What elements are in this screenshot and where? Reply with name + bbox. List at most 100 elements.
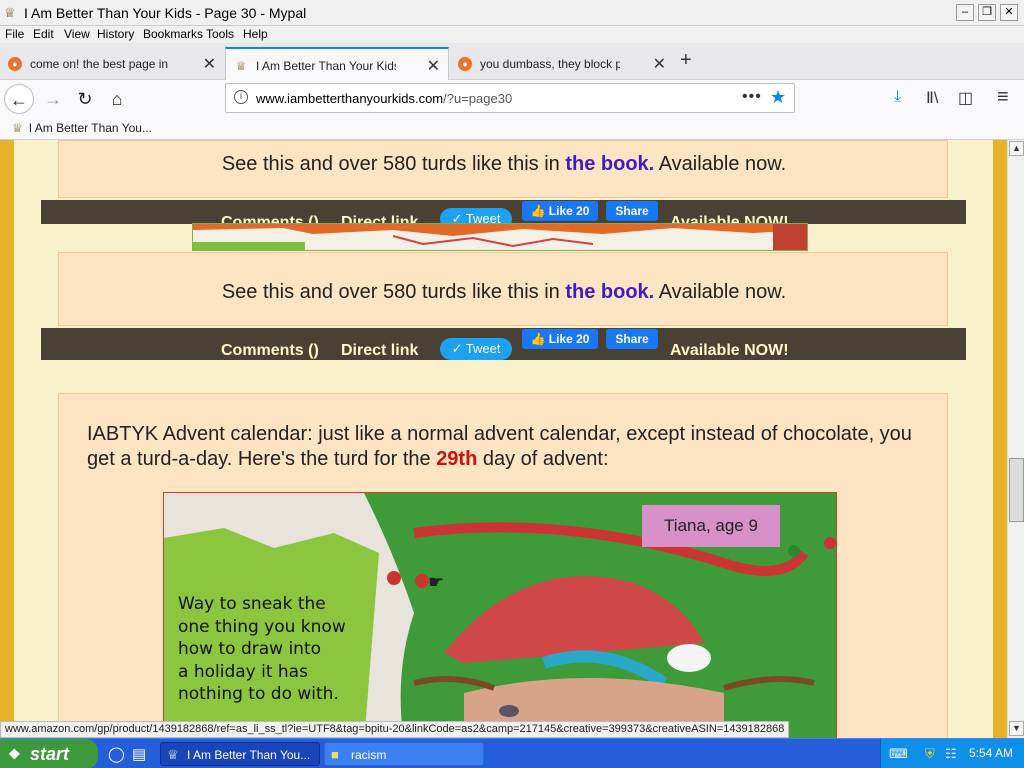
restore-button[interactable]: ❐ bbox=[978, 4, 996, 21]
new-tab-button[interactable]: + bbox=[680, 49, 692, 72]
handwriting-line: how to draw into bbox=[178, 639, 322, 659]
promo-prefix: See this and over 580 turds like this in bbox=[221, 281, 566, 303]
home-button[interactable]: ⌂ bbox=[102, 84, 132, 114]
clock: 5:54 AM bbox=[969, 746, 1014, 760]
vertical-scrollbar[interactable]: ▲ ▼ bbox=[1007, 140, 1024, 738]
bookmarks-bar: ♕ I Am Better Than You... bbox=[0, 117, 1024, 140]
post-box: See this and over 580 turds like this in… bbox=[58, 252, 948, 326]
promo-text: See this and over 580 turds like this in… bbox=[59, 153, 949, 176]
book-link[interactable]: the book. bbox=[565, 153, 654, 175]
close-button[interactable]: ✕ bbox=[1000, 4, 1018, 21]
menu-bar: File Edit View History Bookmarks Tools H… bbox=[0, 26, 1024, 43]
keyboard-icon[interactable]: ⌨ bbox=[889, 746, 908, 762]
hamburger-menu-icon[interactable]: ≡ bbox=[997, 86, 1009, 109]
direct-link[interactable]: Direct link bbox=[341, 342, 418, 360]
taskbar-item-label: I Am Better Than You... bbox=[187, 748, 311, 762]
taskbar-item-label: racism bbox=[351, 748, 387, 762]
bookmark-label: I Am Better Than You... bbox=[28, 121, 152, 135]
taskbar: ❖ start ◯ ▤ ♕ I Am Better Than You... ■ … bbox=[0, 738, 1024, 768]
bookmark-item[interactable]: ♕ I Am Better Than You... bbox=[12, 121, 152, 135]
reddit-icon: ● bbox=[8, 57, 22, 71]
page-actions-icon[interactable]: ••• bbox=[742, 88, 762, 106]
share-bar: Comments () Direct link ✓ Tweet 👍 Like 2… bbox=[41, 200, 966, 231]
scroll-up-arrow-icon[interactable]: ▲ bbox=[1009, 141, 1024, 156]
sidebar-icon[interactable]: ◫ bbox=[958, 88, 973, 108]
crown-icon: ♕ bbox=[12, 121, 23, 135]
post-box: IABTYK Advent calendar: just like a norm… bbox=[58, 393, 948, 738]
app-icon: ♕ bbox=[4, 5, 16, 20]
post-text-suffix: day of advent: bbox=[477, 448, 609, 470]
security-shield-icon[interactable]: ⛨ bbox=[925, 746, 935, 762]
facebook-share-button[interactable]: Share bbox=[606, 201, 658, 221]
menu-file[interactable]: File bbox=[5, 27, 24, 41]
back-button[interactable]: ← bbox=[4, 84, 34, 114]
reddit-icon: ● bbox=[458, 57, 472, 71]
url-path: /?u=page30 bbox=[443, 91, 513, 106]
download-icon[interactable]: ⤓ bbox=[894, 88, 901, 106]
taskbar-item-folder[interactable]: ■ racism bbox=[324, 742, 484, 766]
taskbar-item-browser[interactable]: ♕ I Am Better Than You... bbox=[160, 742, 320, 766]
start-button[interactable]: ❖ start bbox=[0, 739, 98, 768]
folder-icon: ■ bbox=[331, 747, 339, 762]
crown-icon: ♕ bbox=[235, 59, 247, 73]
tab-label: you dumbass, they block porn wel bbox=[480, 57, 620, 71]
ie-icon[interactable]: ◯ bbox=[108, 745, 125, 763]
promo-text: See this and over 580 turds like this in… bbox=[59, 281, 949, 304]
post-text: IABTYK Advent calendar: just like a norm… bbox=[87, 422, 927, 472]
tab-label: I Am Better Than Your Kids - Page bbox=[256, 59, 396, 73]
show-desktop-icon[interactable]: ▤ bbox=[132, 745, 146, 763]
tab-1[interactable]: ● come on! the best page in the uni ✕ bbox=[0, 47, 224, 80]
library-icon[interactable]: Ⅱ\ bbox=[926, 88, 938, 108]
url-domain: www.iambetterthanyourkids.com bbox=[256, 91, 444, 106]
available-now-link[interactable]: Available NOW! bbox=[670, 342, 789, 360]
network-icon[interactable]: ☷ bbox=[945, 746, 957, 762]
scrollbar-thumb[interactable] bbox=[1009, 458, 1024, 522]
bookmark-star-icon[interactable]: ★ bbox=[770, 87, 786, 108]
page-viewport: See this and over 580 turds like this in… bbox=[0, 140, 1007, 738]
minimize-button[interactable]: ‒ bbox=[956, 4, 974, 21]
share-bar: Comments () Direct link ✓ Tweet 👍 Like 2… bbox=[41, 328, 966, 360]
handwritten-text: Way to sneak the one thing you know how … bbox=[178, 593, 346, 706]
reload-button[interactable]: ↻ bbox=[70, 84, 100, 114]
page-body: See this and over 580 turds like this in… bbox=[14, 140, 993, 738]
menu-bookmarks[interactable]: Bookmarks bbox=[143, 27, 203, 41]
menu-tools[interactable]: Tools bbox=[206, 27, 234, 41]
advent-day: 29th bbox=[436, 448, 478, 470]
menu-history[interactable]: History bbox=[97, 27, 134, 41]
menu-edit[interactable]: Edit bbox=[33, 27, 54, 41]
handwriting-line: one thing you know bbox=[178, 616, 346, 637]
start-label: start bbox=[30, 744, 70, 764]
tab-label: come on! the best page in the uni bbox=[30, 57, 170, 71]
title-bar: ♕ I Am Better Than Your Kids - Page 30 -… bbox=[0, 0, 1024, 26]
facebook-share-button[interactable]: Share bbox=[606, 329, 658, 349]
status-bar-url: www.amazon.com/gp/product/1439182868/ref… bbox=[0, 721, 790, 738]
scroll-down-arrow-icon[interactable]: ▼ bbox=[1009, 721, 1024, 736]
windows-flag-icon: ❖ bbox=[8, 746, 21, 762]
facebook-like-button[interactable]: 👍 Like 20 bbox=[522, 329, 598, 349]
close-tab-icon[interactable]: ✕ bbox=[427, 56, 440, 76]
url-bar[interactable]: i www.iambetterthanyourkids.com/?u=page3… bbox=[225, 83, 795, 113]
tab-bar: ● come on! the best page in the uni ✕ ♕ … bbox=[0, 43, 1024, 80]
system-tray: ⌨ ⛨ ☷ 5:54 AM bbox=[880, 739, 1024, 768]
post-box: See this and over 580 turds like this in… bbox=[58, 140, 948, 198]
book-link[interactable]: the book. bbox=[565, 281, 654, 303]
facebook-like-button[interactable]: 👍 Like 20 bbox=[522, 201, 598, 221]
handwriting-line: nothing to do with. bbox=[178, 684, 339, 704]
tab-2[interactable]: ♕ I Am Better Than Your Kids - Page ✕ bbox=[225, 47, 449, 80]
handwriting-line: Way to sneak the bbox=[178, 594, 326, 614]
window-title: I Am Better Than Your Kids - Page 30 - M… bbox=[24, 5, 307, 21]
drawing-caption: Tiana, age 9 bbox=[642, 505, 780, 547]
close-tab-icon[interactable]: ✕ bbox=[653, 54, 666, 74]
promo-suffix: Available now. bbox=[654, 153, 787, 175]
comments-link[interactable]: Comments () bbox=[221, 342, 319, 360]
close-tab-icon[interactable]: ✕ bbox=[203, 54, 216, 74]
tab-3[interactable]: ● you dumbass, they block porn wel ✕ bbox=[450, 47, 674, 80]
url-text[interactable]: www.iambetterthanyourkids.com/?u=page30 bbox=[256, 91, 512, 106]
menu-help[interactable]: Help bbox=[243, 27, 268, 41]
tweet-button[interactable]: ✓ Tweet bbox=[440, 338, 512, 360]
forward-button[interactable]: → bbox=[38, 84, 68, 114]
info-icon[interactable]: i bbox=[234, 90, 248, 104]
kid-drawing-image[interactable]: Tiana, age 9 Way to sneak the one thing … bbox=[163, 492, 837, 738]
menu-view[interactable]: View bbox=[64, 27, 90, 41]
handwriting-line: a holiday it has bbox=[178, 661, 308, 682]
